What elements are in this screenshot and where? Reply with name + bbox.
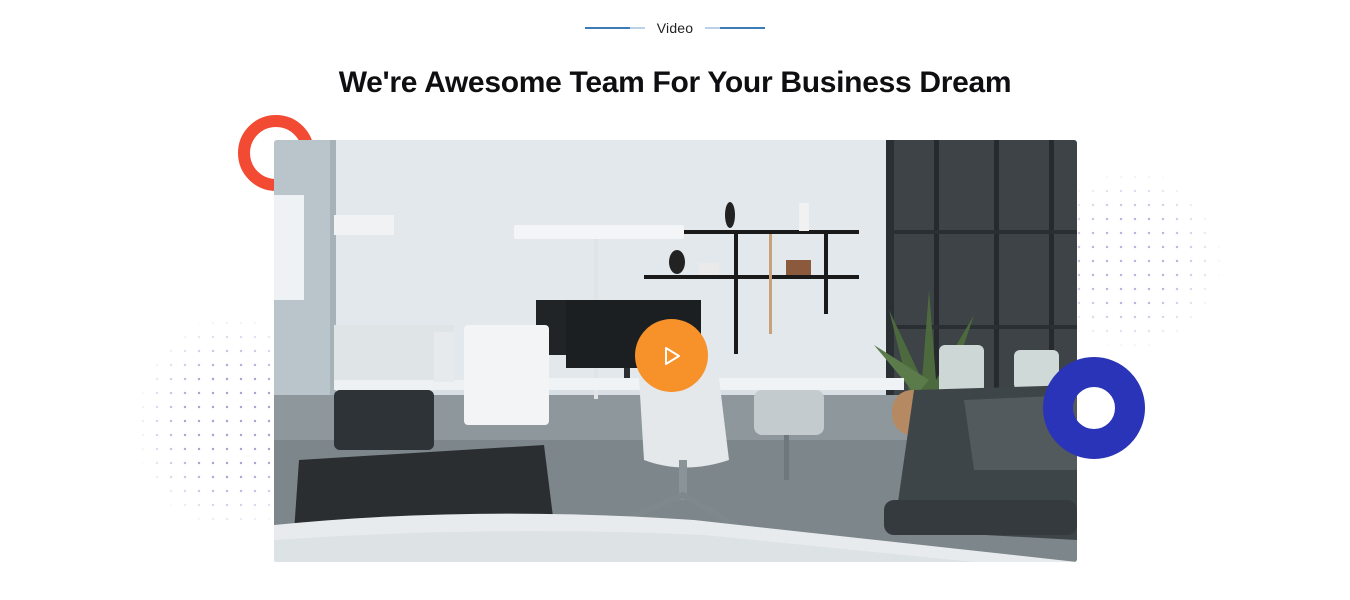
decorative-ring-blue [1043, 357, 1145, 459]
eyebrow-label: Video [656, 20, 694, 36]
play-video-button[interactable] [635, 319, 708, 392]
video-section: Video We're Awesome Team For Your Busine… [0, 0, 1350, 600]
decorative-dot-grid-left [136, 316, 296, 531]
section-eyebrow: Video [0, 16, 1350, 36]
eyebrow-line-left [584, 27, 645, 29]
play-icon [664, 346, 680, 365]
eyebrow-line-right [705, 27, 766, 29]
section-title: We're Awesome Team For Your Business Dre… [338, 66, 1012, 99]
decorative-dot-grid-right [1072, 170, 1222, 350]
